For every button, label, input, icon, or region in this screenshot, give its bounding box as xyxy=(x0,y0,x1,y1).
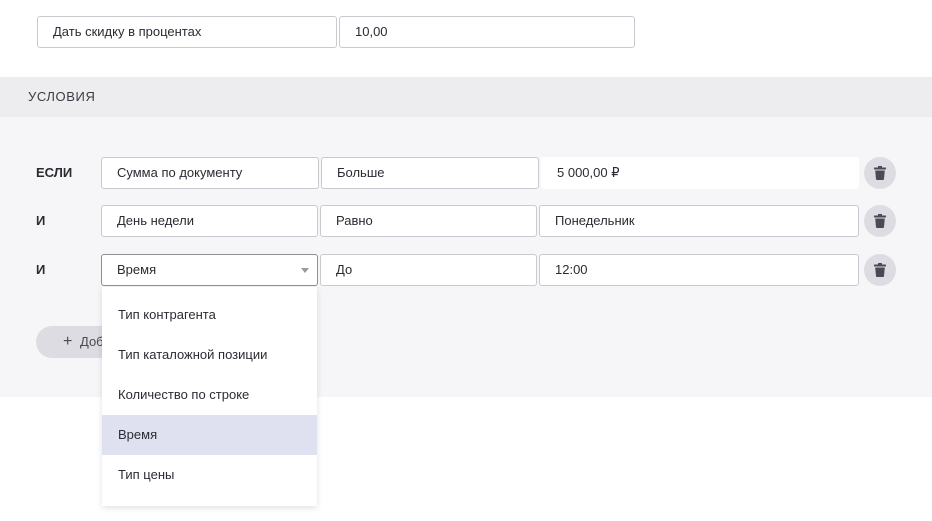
condition-field-select[interactable]: Сумма по документу xyxy=(101,157,319,189)
condition-value-input[interactable]: 5 000,00 ₽ xyxy=(541,157,859,189)
condition-field-select[interactable]: День недели xyxy=(101,205,318,237)
selected-field-label: Время xyxy=(117,262,157,277)
discount-amount-input[interactable]: 10,00 xyxy=(339,16,635,48)
trash-icon xyxy=(874,214,886,228)
condition-value-select[interactable]: Понедельник xyxy=(539,205,859,237)
dropdown-item-time[interactable]: Время xyxy=(102,415,317,455)
condition-label-and: И xyxy=(36,213,46,228)
discount-type-select[interactable]: Дать скидку в процентах xyxy=(37,16,337,48)
dropdown-item-line-quantity[interactable]: Количество по строке xyxy=(102,375,317,415)
condition-label-and: И xyxy=(36,262,46,277)
delete-condition-button[interactable] xyxy=(864,157,896,189)
caret-down-icon xyxy=(301,268,309,273)
condition-operator-select[interactable]: Равно xyxy=(320,205,537,237)
dropdown-item-counterparty-type[interactable]: Тип контрагента xyxy=(102,295,317,335)
add-condition-label: Доб xyxy=(80,334,104,349)
section-title: УСЛОВИЯ xyxy=(28,89,96,104)
delete-condition-button[interactable] xyxy=(864,254,896,286)
trash-icon xyxy=(874,263,886,277)
plus-icon: + xyxy=(63,333,73,350)
condition-field-select-open[interactable]: Время xyxy=(101,254,318,286)
condition-value-input[interactable]: 12:00 xyxy=(539,254,859,286)
discount-rule-editor: Дать скидку в процентах 10,00 УСЛОВИЯ ЕС… xyxy=(0,0,932,521)
delete-condition-button[interactable] xyxy=(864,205,896,237)
conditions-section-header: УСЛОВИЯ xyxy=(0,77,932,117)
field-dropdown-menu: Тип контрагента Тип каталожной позиции К… xyxy=(102,287,317,506)
condition-label-if: ЕСЛИ xyxy=(36,165,73,180)
condition-operator-select[interactable]: До xyxy=(320,254,537,286)
condition-operator-select[interactable]: Больше xyxy=(321,157,539,189)
trash-icon xyxy=(874,166,886,180)
dropdown-item-catalog-position-type[interactable]: Тип каталожной позиции xyxy=(102,335,317,375)
dropdown-item-price-type[interactable]: Тип цены xyxy=(102,455,317,495)
